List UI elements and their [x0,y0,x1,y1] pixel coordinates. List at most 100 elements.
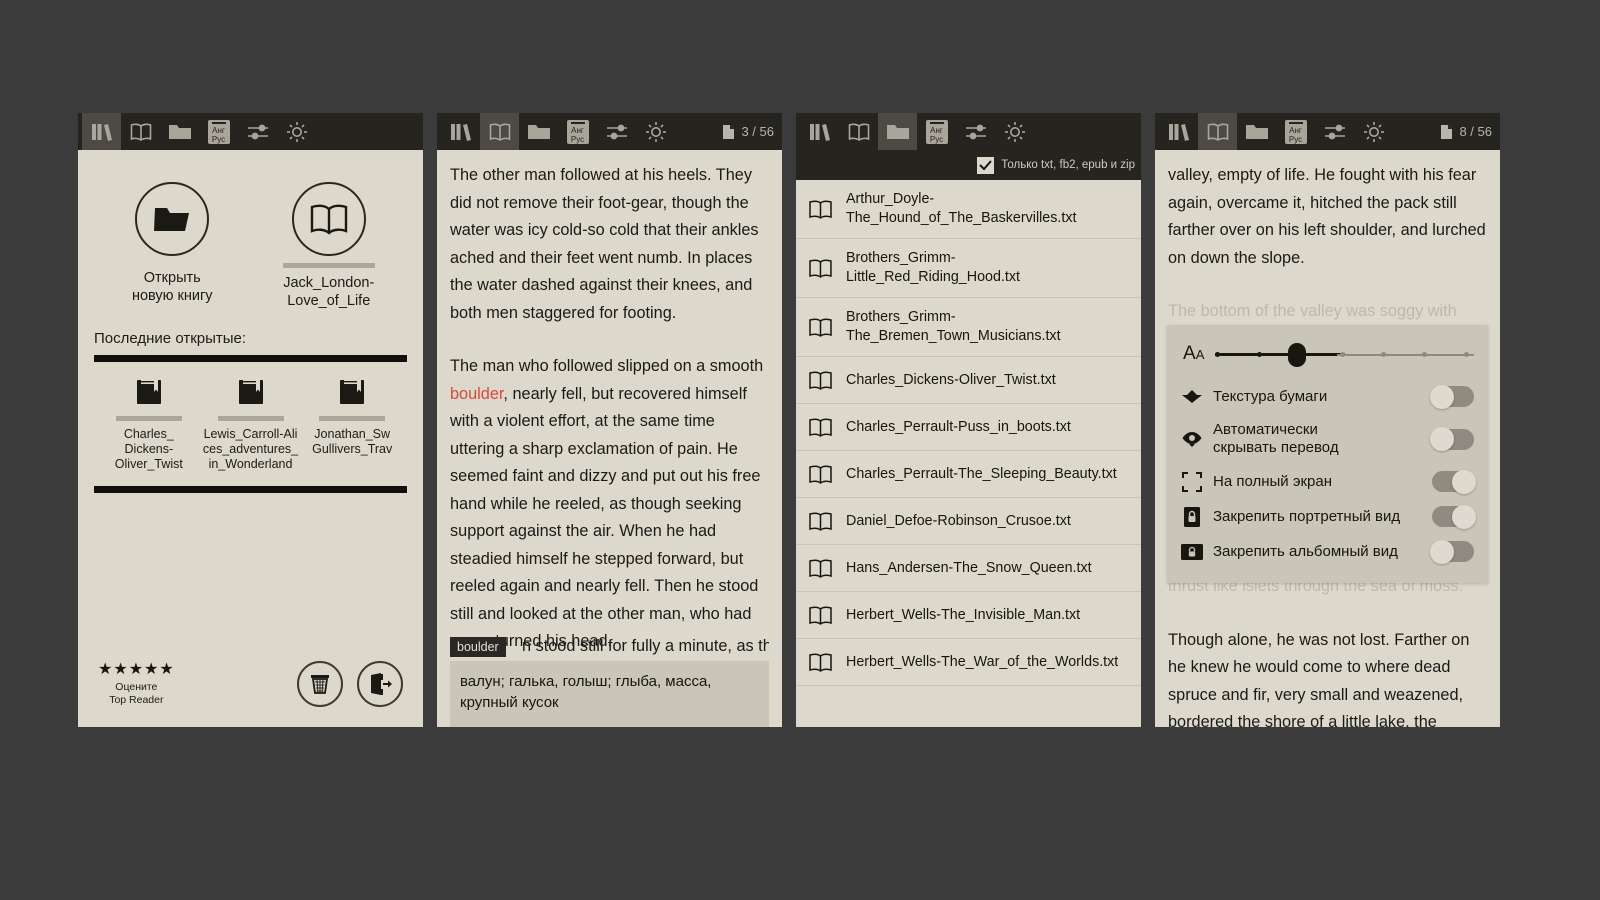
toolbar-brightness-button[interactable] [277,113,316,150]
book-open-icon [809,259,832,278]
toolbar-folder-button[interactable] [519,113,558,150]
toolbar-reader-button[interactable] [1198,113,1237,150]
list-item[interactable]: Brothers_Grimm- The_Bremen_Town_Musician… [796,298,1141,357]
list-item[interactable]: Charles_Dickens-Oliver_Twist.txt [796,357,1141,404]
book-open-icon [809,653,832,672]
toolbar-translate-button[interactable]: Анг Рус [917,113,956,150]
lock-portrait-icon [1181,506,1203,527]
setting-toggle[interactable] [1432,504,1476,529]
page-counter-label: 8 / 56 [1459,124,1492,139]
library-icon [91,123,112,141]
trash-button[interactable] [297,661,343,707]
translation-popup[interactable]: boulder n stood still for fully a minute… [450,637,769,727]
list-item[interactable]: Herbert_Wells-The_Invisible_Man.txt [796,592,1141,639]
book-closed-icon [136,380,161,404]
toolbar-folder-button[interactable] [878,113,917,150]
list-item[interactable]: Daniel_Defoe-Robinson_Crusoe.txt [796,498,1141,545]
setting-auto-hide-translation[interactable]: Автоматически скрывать перевод [1181,414,1474,464]
list-item[interactable]: Charles_Perrault-Puss_in_boots.txt [796,404,1141,451]
setting-toggle[interactable] [1430,539,1474,564]
list-item[interactable]: Brothers_Grimm-Little_Red_Riding_Hood.tx… [796,239,1141,298]
toolbar-translate-button[interactable]: Анг Рус [199,113,238,150]
translation-word-chip: boulder [450,637,506,657]
toolbar-reader-button[interactable] [839,113,878,150]
rate-app-block[interactable]: ★★★★★ Оцените Top Reader [98,662,175,706]
book-open-icon [809,200,832,219]
open-new-book-line2: новую книгу [131,288,213,304]
setting-lock-portrait[interactable]: Закрепить портретный вид [1181,499,1476,534]
open-new-book-button[interactable]: Открыть новую книгу [106,182,238,310]
toolbar-library-button[interactable] [441,113,480,150]
file-list[interactable]: Arthur_Doyle- The_Hound_of_The_Baskervil… [796,180,1141,727]
recent-books-row: Charles_ Dickens- Oliver_Twist Lewis_Car… [94,376,407,472]
setting-toggle[interactable] [1432,469,1476,494]
lang-top-label: Анг [1289,125,1302,135]
rating-line2: Top Reader [109,693,164,706]
toolbar-translate-button[interactable]: Анг Рус [1276,113,1315,150]
list-item[interactable]: Charles_ Dickens- Oliver_Twist [98,376,200,472]
reader-paragraph-bottom: Though alone, he was not lost. Farther o… [1168,630,1470,728]
toolbar-brightness-button[interactable] [995,113,1034,150]
setting-lock-landscape[interactable]: Закрепить альбомный вид [1181,534,1474,569]
toolbar-settings-button[interactable] [956,113,995,150]
list-item[interactable]: Herbert_Wells-The_War_of_the_Worlds.txt [796,639,1141,686]
divider-top [94,355,407,362]
book-open-icon [809,512,832,531]
book-open-icon [809,465,832,484]
toolbar-folder-button[interactable] [160,113,199,150]
toolbar-library-button[interactable] [82,113,121,150]
current-book-progress [282,263,375,268]
check-icon [979,159,993,170]
toolbar-settings-button[interactable] [597,113,636,150]
list-item-progress [217,416,284,421]
toolbar-settings-button[interactable] [238,113,277,150]
book-open-icon [130,122,151,141]
toolbar-library-button[interactable] [1159,113,1198,150]
current-book-line2: Love_of_Life [287,293,371,309]
settings-popup[interactable]: AA Текстура бумаги Автоматически скрыват… [1167,325,1488,583]
toolbar-settings-button[interactable] [1315,113,1354,150]
font-size-slider[interactable]: AA [1181,341,1474,379]
list-item-label: Herbert_Wells-The_Invisible_Man.txt [846,606,1081,623]
slider-knob[interactable] [1287,343,1306,367]
book-open-icon [809,418,832,437]
translation-definition-line2: крупный кусок [460,694,559,711]
slider-track[interactable] [1215,343,1474,367]
toolbar-reader-button[interactable] [121,113,160,150]
book-open-icon [809,559,832,578]
setting-label: Закрепить портретный вид [1213,507,1401,525]
toolbar-brightness-button[interactable] [636,113,675,150]
list-item[interactable]: Jonathan_Sw Gullivers_Trav [301,376,403,472]
toolbar-brightness-button[interactable] [1354,113,1393,150]
current-book-button[interactable]: Jack_London- Love_of_Life [263,182,395,310]
paragraph2-after: , nearly fell, but recovered himself wit… [450,384,761,651]
reader-body[interactable]: The other man followed at his heels. The… [437,150,782,727]
translation-definition-line1: валун; галька, голыш; глыба, масса, [460,673,712,690]
file-filter-checkbox[interactable] [977,156,995,174]
list-item-label: Lewis_Carroll-Ali ces_adventures_ in_Won… [202,427,299,471]
setting-toggle[interactable] [1430,384,1474,409]
file-filter-label: Только txt, fb2, epub и zip [1001,159,1135,171]
reader-body[interactable]: valley, empty of life. He fought with hi… [1155,150,1500,727]
highlighted-word[interactable]: boulder [450,385,503,403]
list-item[interactable]: Lewis_Carroll-Ali ces_adventures_ in_Won… [200,376,302,472]
exit-button[interactable] [357,661,403,707]
brightness-icon [645,121,666,142]
setting-toggle[interactable] [1430,427,1474,451]
file-filter-row[interactable]: Только txt, fb2, epub и zip [796,150,1141,180]
toolbar-translate-button[interactable]: Анг Рус [558,113,597,150]
setting-fullscreen[interactable]: На полный экран [1181,464,1476,499]
list-item[interactable]: Charles_Perrault-The_Sleeping_Beauty.txt [796,451,1141,498]
trash-icon [311,675,329,694]
list-item[interactable]: Arthur_Doyle- The_Hound_of_The_Baskervil… [796,180,1141,239]
rating-stars[interactable]: ★★★★★ [98,662,175,678]
list-item[interactable]: Hans_Andersen-The_Snow_Queen.txt [796,545,1141,592]
toolbar-folder-button[interactable] [1237,113,1276,150]
sliders-icon [606,124,627,139]
font-size-icon: AA [1183,343,1205,364]
toolbar-reader-button[interactable] [480,113,519,150]
setting-paper-texture[interactable]: Текстура бумаги [1181,379,1474,414]
toolbar-library-button[interactable] [800,113,839,150]
translate-icon: Анг Рус [207,119,230,144]
setting-label: Автоматически скрывать перевод [1213,421,1339,456]
